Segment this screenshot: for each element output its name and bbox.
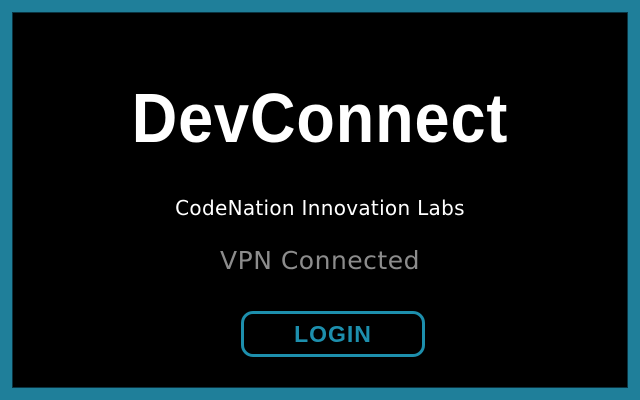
extension-popup: DevConnect CodeNation Innovation Labs VP… bbox=[0, 0, 640, 400]
app-title: DevConnect bbox=[131, 79, 509, 157]
login-button[interactable]: LOGIN bbox=[241, 311, 425, 357]
connection-status: VPN Connected bbox=[220, 246, 420, 275]
organization-name: CodeNation Innovation Labs bbox=[175, 196, 465, 220]
